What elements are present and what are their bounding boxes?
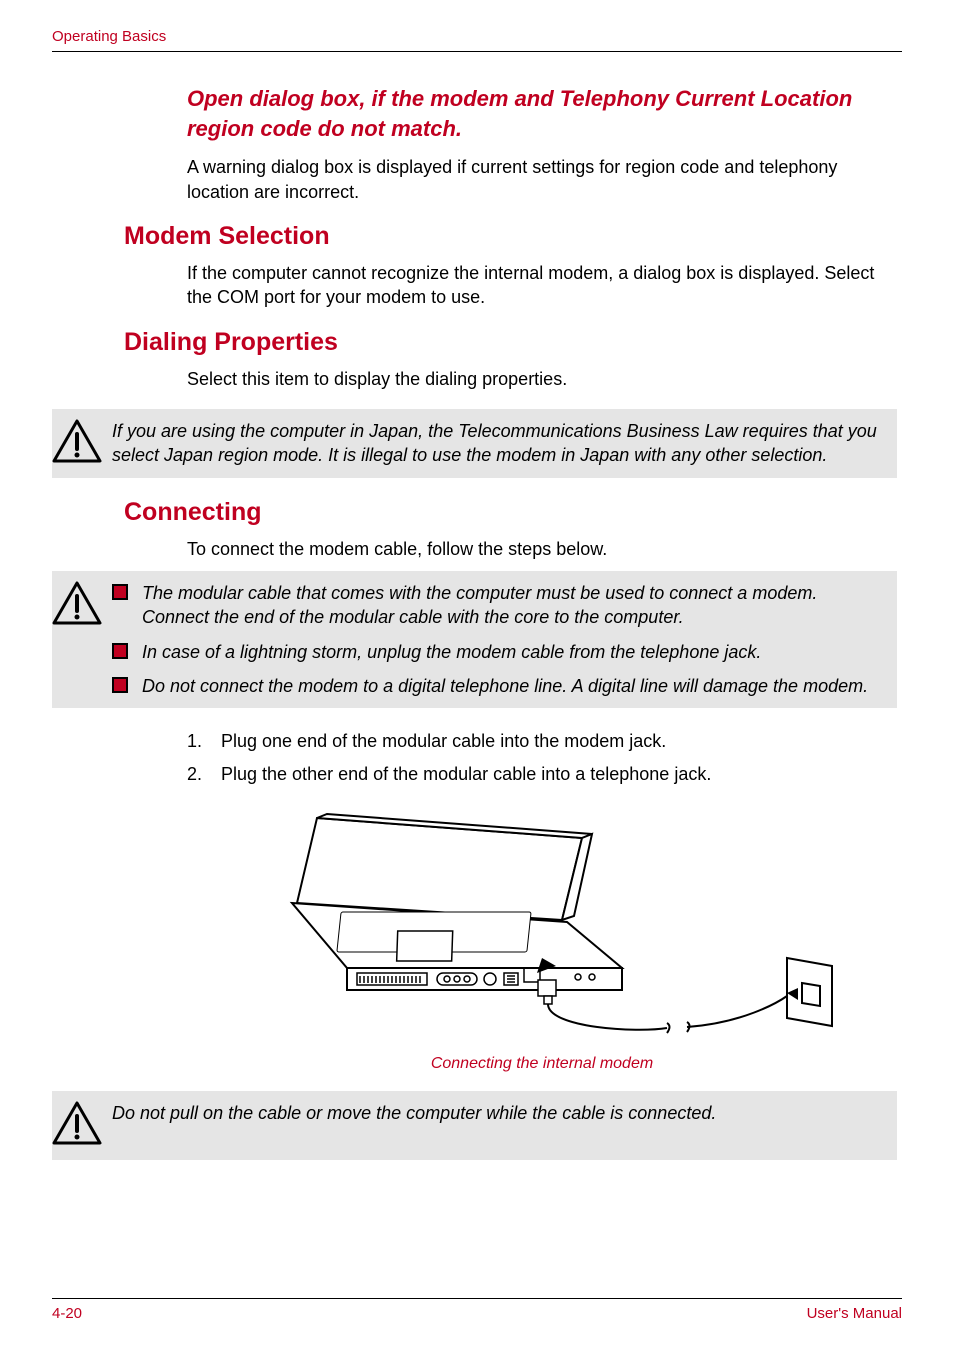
paragraph-dialing-properties: Select this item to display the dialing … xyxy=(187,367,897,391)
page-footer: 4-20 User's Manual xyxy=(52,1298,902,1322)
bullet-text: Do not connect the modem to a digital te… xyxy=(142,674,868,698)
bullet-icon xyxy=(112,643,128,659)
laptop-modem-diagram xyxy=(242,808,842,1043)
header-section-label: Operating Basics xyxy=(52,28,902,45)
warning-bullet-list: The modular cable that comes with the co… xyxy=(112,581,881,698)
caution-icon xyxy=(52,419,102,468)
callout-no-pull-text: Do not pull on the cable or move the com… xyxy=(112,1101,887,1125)
figure-connecting-modem: Connecting the internal modem xyxy=(187,808,897,1073)
callout-connecting-warnings: The modular cable that comes with the co… xyxy=(52,571,897,708)
caution-icon xyxy=(52,581,102,630)
list-item: Do not connect the modem to a digital te… xyxy=(112,674,881,698)
callout-connecting-list: The modular cable that comes with the co… xyxy=(112,581,887,698)
caution-icon xyxy=(52,1101,102,1150)
callout-no-pull: Do not pull on the cable or move the com… xyxy=(52,1091,897,1160)
page-number: 4-20 xyxy=(52,1305,82,1322)
step-number: 1. xyxy=(187,728,221,755)
bullet-icon xyxy=(112,584,128,600)
figure-caption: Connecting the internal modem xyxy=(187,1055,897,1073)
paragraph-open-dialog: A warning dialog box is displayed if cur… xyxy=(187,155,897,204)
heading-connecting: Connecting xyxy=(124,498,897,527)
list-item: The modular cable that comes with the co… xyxy=(112,581,881,630)
paragraph-modem-selection: If the computer cannot recognize the int… xyxy=(187,261,897,310)
callout-japan-law: If you are using the computer in Japan, … xyxy=(52,409,897,478)
footer-divider xyxy=(52,1298,902,1299)
step-1: 1. Plug one end of the modular cable int… xyxy=(187,728,897,755)
heading-modem-selection: Modem Selection xyxy=(124,222,897,251)
step-2: 2. Plug the other end of the modular cab… xyxy=(187,761,897,788)
heading-dialing-properties: Dialing Properties xyxy=(124,328,897,357)
paragraph-connecting-intro: To connect the modem cable, follow the s… xyxy=(187,537,897,561)
step-text: Plug one end of the modular cable into t… xyxy=(221,728,666,755)
doc-title: User's Manual xyxy=(807,1305,902,1322)
bullet-icon xyxy=(112,677,128,693)
bullet-text: In case of a lightning storm, unplug the… xyxy=(142,640,761,664)
step-number: 2. xyxy=(187,761,221,788)
list-item: In case of a lightning storm, unplug the… xyxy=(112,640,881,664)
callout-japan-law-text: If you are using the computer in Japan, … xyxy=(112,419,887,468)
bullet-text: The modular cable that comes with the co… xyxy=(142,581,881,630)
connecting-steps: 1. Plug one end of the modular cable int… xyxy=(187,728,897,788)
step-text: Plug the other end of the modular cable … xyxy=(221,761,711,788)
heading-open-dialog: Open dialog box, if the modem and Teleph… xyxy=(187,84,897,143)
header-divider xyxy=(52,51,902,52)
